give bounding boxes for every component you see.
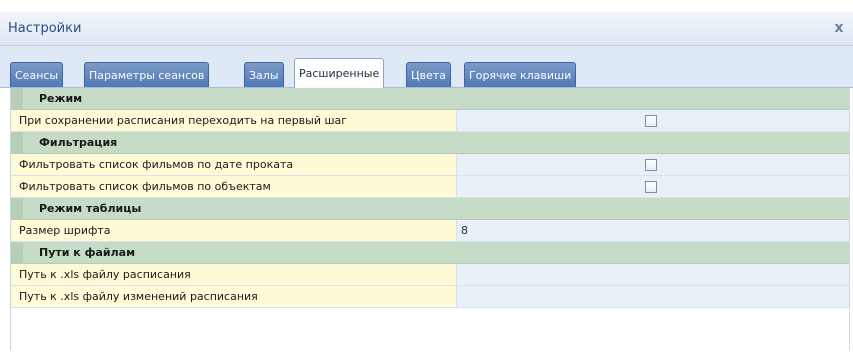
changes-path-field[interactable] (457, 286, 849, 307)
property-row[interactable]: Фильтровать список фильмов по объектам (11, 176, 849, 198)
tab-hotkeys[interactable]: Горячие клавиши (464, 62, 577, 87)
tab-session-params[interactable]: Параметры сеансов (84, 62, 210, 87)
tab-strip: Сеансы Параметры сеансов Залы Расширенны… (0, 46, 853, 88)
section-edge (11, 198, 23, 219)
checkbox[interactable] (645, 159, 657, 171)
property-row[interactable]: Путь к .xls файлу расписания (11, 264, 849, 286)
title-bar: Настройки x (0, 12, 853, 46)
property-name: Путь к .xls файлу изменений расписания (11, 286, 457, 307)
tab-halls[interactable]: Залы (244, 62, 284, 87)
schedule-path-field[interactable] (457, 264, 849, 285)
property-value (457, 176, 849, 197)
tab-advanced[interactable]: Расширенные (294, 58, 385, 88)
section-edge (11, 242, 23, 263)
section-title: Фильтрация (39, 136, 118, 149)
section-edge (11, 88, 23, 109)
section-title: Режим таблицы (39, 202, 142, 215)
checkbox[interactable] (645, 115, 657, 127)
property-name: Фильтровать список фильмов по объектам (11, 176, 457, 197)
tab-sessions[interactable]: Сеансы (10, 62, 64, 87)
section-header[interactable]: Режим (11, 88, 849, 110)
section-header[interactable]: Режим таблицы (11, 198, 849, 220)
section-header[interactable]: Пути к файлам (11, 242, 849, 264)
section-title: Пути к файлам (39, 246, 136, 259)
property-grid: Режим При сохранении расписания переходи… (10, 88, 850, 350)
property-row[interactable]: Фильтровать список фильмов по дате прока… (11, 154, 849, 176)
property-row[interactable]: Размер шрифта 8 (11, 220, 849, 242)
tab-colors[interactable]: Цвета (406, 62, 451, 87)
section-title: Режим (39, 92, 83, 105)
section-header[interactable]: Фильтрация (11, 132, 849, 154)
window-title: Настройки (8, 21, 82, 36)
property-name: Размер шрифта (11, 220, 457, 241)
close-icon[interactable]: x (831, 20, 847, 36)
property-value (457, 110, 849, 131)
font-size-field[interactable]: 8 (457, 220, 849, 241)
property-row[interactable]: При сохранении расписания переходить на … (11, 110, 849, 132)
checkbox[interactable] (645, 181, 657, 193)
property-name: Фильтровать список фильмов по дате прока… (11, 154, 457, 175)
property-value (457, 154, 849, 175)
property-row[interactable]: Путь к .xls файлу изменений расписания (11, 286, 849, 308)
property-name: При сохранении расписания переходить на … (11, 110, 457, 131)
section-edge (11, 132, 23, 153)
settings-window: Настройки x Сеансы Параметры сеансов Зал… (0, 0, 853, 356)
property-name: Путь к .xls файлу расписания (11, 264, 457, 285)
